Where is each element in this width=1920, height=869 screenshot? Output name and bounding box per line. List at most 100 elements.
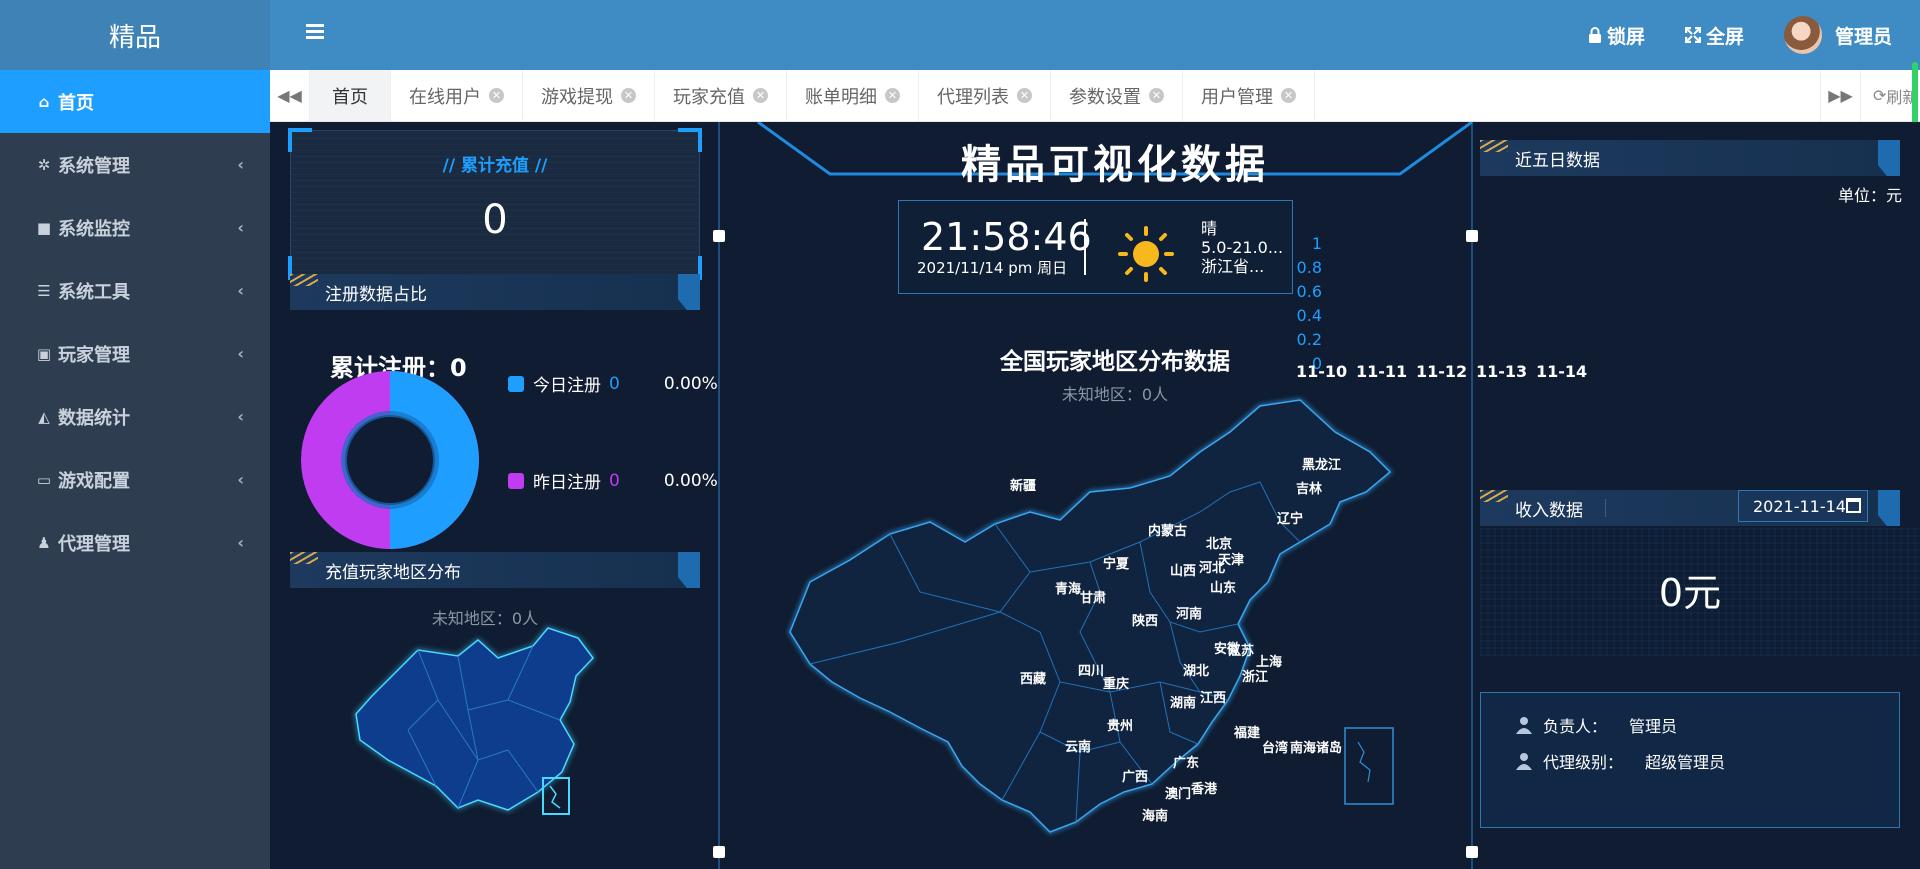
sidebar-item-label: 游戏配置 [58, 470, 130, 492]
weather-info: 晴 5.0-21.0... 浙江省... [1201, 219, 1283, 276]
y-tick-label: 1 [1311, 234, 1322, 253]
owner-label: 负责人： [1543, 717, 1608, 736]
close-icon[interactable]: ✕ [621, 88, 636, 103]
tab-0[interactable]: 首页 [310, 70, 391, 121]
chevron-left-icon: ‹ [237, 407, 244, 426]
weather-temp: 5.0-21.0... [1201, 238, 1284, 257]
sidebar-item-2[interactable]: ■ 系统监控 ‹ [0, 196, 270, 259]
tab-list: 首页 在线用户 ✕ 游戏提现 ✕ 玩家充值 ✕ 账单明细 ✕ 代理列表 ✕ 参数设置 ✕ 用户管理 ✕ [310, 70, 1315, 121]
province-label: 四川 [1078, 664, 1105, 679]
brand-logo: 精品 [0, 0, 270, 70]
five-day-title: 近五日数据 [1515, 150, 1600, 171]
tab-scroll-right-icon[interactable]: ▶▶ [1820, 70, 1860, 121]
tab-label: 参数设置 [1069, 86, 1141, 108]
province-label: 河北 [1199, 561, 1226, 576]
owner-row: 负责人： 管理员 [1515, 713, 1677, 737]
total-recharge-value: 0 [482, 197, 508, 243]
province-label: 云南 [1065, 740, 1092, 755]
province-label: 浙江 [1242, 670, 1269, 685]
province-label: 湖北 [1183, 664, 1210, 679]
tab-label: 玩家充值 [673, 86, 745, 108]
lock-screen-button[interactable]: 锁屏 [1588, 22, 1645, 49]
register-donut-chart [301, 371, 479, 549]
refresh-button[interactable]: ⟳ 刷新 [1860, 70, 1920, 121]
dashboard-title: 精品可视化数据 [961, 142, 1269, 188]
close-icon[interactable]: ✕ [885, 88, 900, 103]
chevron-left-icon: ‹ [237, 470, 244, 489]
sidebar-item-1[interactable]: ✲ 系统管理 ‹ [0, 133, 270, 196]
x-tick-label: 11-11 [1356, 362, 1408, 381]
sidebar-item-0[interactable]: ⌂ 首页 [0, 70, 270, 133]
province-label: 陕西 [1132, 614, 1159, 629]
sidebar: 精品 ⌂ 首页 ✲ 系统管理 ‹ ■ 系统监控 ‹ ☰ 系统工具 ‹ ▣ 玩家管理 ‹ ◭ 数据统计 ‹ ▭ 游戏配… [0, 0, 270, 869]
province-label: 山西 [1170, 564, 1197, 579]
sidebar-item-label: 系统监控 [58, 218, 130, 240]
level-label: 代理级别： [1543, 753, 1624, 772]
weather-location: 浙江省... [1201, 257, 1265, 276]
province-label: 重庆 [1103, 677, 1130, 692]
username: 管理员 [1834, 25, 1892, 48]
sidebar-item-label: 系统工具 [58, 281, 130, 303]
sidebar-item-5[interactable]: ◭ 数据统计 ‹ [0, 385, 270, 448]
close-icon[interactable]: ✕ [489, 88, 504, 103]
y-tick-label: 0.6 [1296, 282, 1322, 301]
register-ratio-title: 注册数据占比 [325, 284, 427, 305]
province-label: 吉林 [1296, 482, 1323, 497]
close-icon[interactable]: ✕ [1149, 88, 1164, 103]
sidebar-item-7[interactable]: ♟ 代理管理 ‹ [0, 511, 270, 574]
sidebar-item-3[interactable]: ☰ 系统工具 ‹ [0, 259, 270, 322]
menu-toggle-icon[interactable] [306, 24, 324, 40]
sun-icon [1118, 226, 1174, 282]
sidebar-item-4[interactable]: ▣ 玩家管理 ‹ [0, 322, 270, 385]
province-label: 香港 [1191, 782, 1218, 797]
province-label: 江西 [1200, 691, 1227, 706]
legend-yesterday: 昨日注册 0 0.00% [508, 468, 718, 493]
legend-today: 今日注册 0 0.00% [508, 371, 718, 396]
tab-label: 用户管理 [1201, 86, 1273, 108]
owner-value: 管理员 [1629, 717, 1678, 736]
level-row: 代理级别： 超级管理员 [1515, 749, 1725, 773]
area-chart-icon: ◭ [38, 407, 50, 426]
user-menu[interactable]: 管理员 [1783, 16, 1892, 54]
user-card-icon: ▣ [36, 344, 52, 363]
province-label: 辽宁 [1277, 512, 1304, 527]
province-label: 河南 [1176, 607, 1203, 622]
lock-screen-label: 锁屏 [1606, 25, 1645, 48]
y-tick-label: 0.8 [1296, 258, 1322, 277]
province-label: 山东 [1210, 581, 1237, 596]
province-label: 宁夏 [1103, 557, 1130, 572]
sidebar-item-label: 代理管理 [58, 533, 130, 555]
monitor-icon: ▭ [36, 470, 52, 489]
province-label: 内蒙古 [1148, 524, 1188, 539]
province-label: 澳门 [1165, 787, 1192, 802]
tab-3[interactable]: 玩家充值 ✕ [655, 70, 787, 121]
video-icon: ■ [36, 218, 52, 237]
fullscreen-button[interactable]: 全屏 [1684, 22, 1744, 49]
income-date-picker[interactable]: 2021-11-14 [1738, 490, 1868, 522]
close-icon[interactable]: ✕ [1281, 88, 1296, 103]
province-label: 海南 [1142, 809, 1169, 824]
tab-7[interactable]: 用户管理 ✕ [1183, 70, 1315, 121]
tab-6[interactable]: 参数设置 ✕ [1051, 70, 1183, 121]
total-recharge-title: // 累计充值 // [442, 156, 548, 176]
tab-2[interactable]: 游戏提现 ✕ [523, 70, 655, 121]
close-icon[interactable]: ✕ [1017, 88, 1032, 103]
tab-5[interactable]: 代理列表 ✕ [919, 70, 1051, 121]
legend-today-percent: 0.00% [663, 373, 718, 394]
south-sea-inset [1344, 727, 1394, 805]
divider-node [1466, 846, 1478, 858]
clock-weather-widget: 21:58:46 2021/11/14 pm 周日 晴 5.0-21.0... … [898, 200, 1293, 294]
users-icon: ♟ [37, 533, 51, 552]
sidebar-nav: ⌂ 首页 ✲ 系统管理 ‹ ■ 系统监控 ‹ ☰ 系统工具 ‹ ▣ 玩家管理 ‹ ◭ 数据统计 ‹ ▭ 游戏配置 ‹ ♟… [0, 70, 270, 574]
tab-scroll-left-icon[interactable]: ◀◀ [270, 70, 310, 121]
china-map[interactable] [780, 392, 1460, 869]
sidebar-item-6[interactable]: ▭ 游戏配置 ‹ [0, 448, 270, 511]
province-label: 湖南 [1170, 696, 1197, 711]
recharge-region-header: 充值玩家地区分布 [290, 552, 700, 588]
province-label: 西藏 [1020, 672, 1047, 687]
tab-1[interactable]: 在线用户 ✕ [391, 70, 523, 121]
close-icon[interactable]: ✕ [753, 88, 768, 103]
dashboard: // 累计充值 // 0 注册数据占比 累计注册：0 今日注册 0 0.00% … [270, 122, 1920, 869]
tab-4[interactable]: 账单明细 ✕ [787, 70, 919, 121]
province-label: 青海 [1055, 582, 1082, 597]
